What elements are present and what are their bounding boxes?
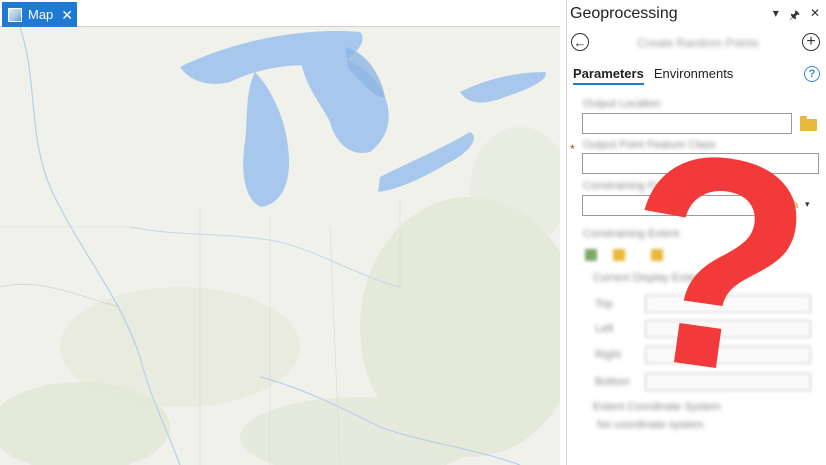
tool-name: Create Random Points [637, 36, 759, 50]
map-view[interactable] [0, 27, 560, 465]
map-tab-strip: Map ✕ [0, 0, 560, 27]
extent-left-label: Left [595, 323, 614, 335]
tab-parameters[interactable]: Parameters [573, 66, 644, 85]
pane-controls: ▾ 🖈 ✕ [773, 6, 820, 27]
map-tab-label: Map [28, 7, 54, 22]
pane-menu-icon[interactable]: ▾ [773, 6, 779, 27]
map-icon [8, 7, 22, 22]
map-tab[interactable]: Map ✕ [2, 2, 77, 27]
pane-tabs: Parameters Environments [573, 66, 733, 85]
add-icon[interactable]: + [802, 33, 820, 51]
back-arrow-icon[interactable]: ← [571, 33, 589, 51]
pin-icon[interactable]: 🖈 [789, 6, 800, 27]
tab-environments[interactable]: Environments [654, 66, 733, 85]
help-icon[interactable]: ? [804, 66, 820, 82]
basemap [0, 27, 560, 465]
extent-top-label: Top [595, 298, 613, 310]
layer-icon[interactable] [585, 249, 597, 261]
pane-title: Geoprocessing [570, 5, 678, 22]
close-icon[interactable]: ✕ [61, 8, 73, 22]
required-marker: * [570, 142, 575, 156]
close-icon[interactable]: ✕ [810, 6, 820, 27]
